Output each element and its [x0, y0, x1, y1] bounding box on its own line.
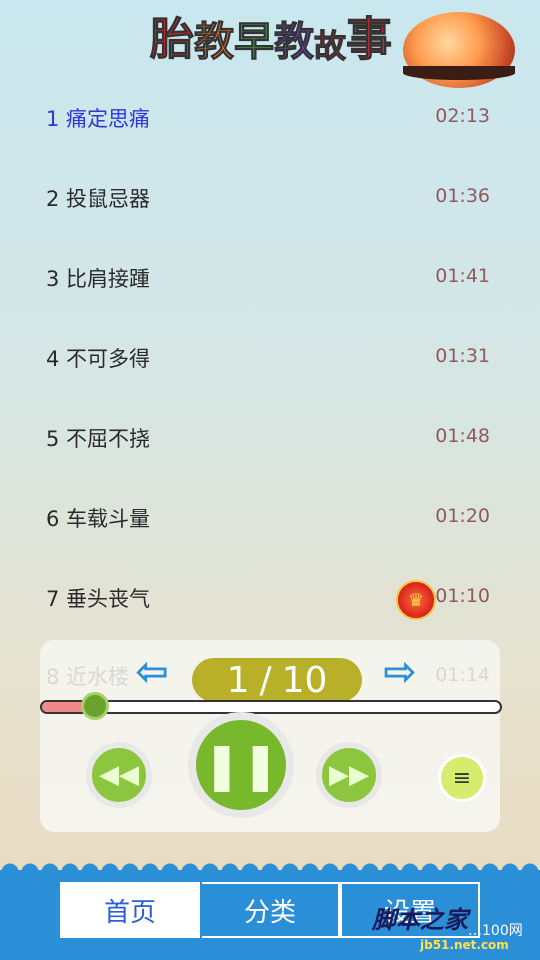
rewind-icon: ◀◀ — [99, 760, 139, 790]
list-item[interactable]: 4 不可多得 01:31 — [0, 318, 540, 398]
list-item[interactable]: 6 车载斗量 01:20 — [0, 478, 540, 558]
story-title: 4 不可多得 — [46, 347, 151, 371]
progress-knob[interactable] — [81, 692, 109, 720]
title-char: 教 — [274, 19, 315, 65]
fast-forward-button[interactable]: ▶▶ — [316, 742, 382, 808]
rewind-button[interactable]: ◀◀ — [86, 742, 152, 808]
crown-icon: ♛ — [396, 580, 436, 620]
story-duration: 01:41 — [435, 265, 490, 287]
title-char: 早 — [234, 19, 275, 65]
story-list: 1 痛定思痛 02:13 2 投鼠忌器 01:36 3 比肩接踵 01:41 4… — [0, 78, 540, 638]
story-title: 3 比肩接踵 — [46, 267, 151, 291]
watermark-url: jb51.net.com — [420, 938, 509, 952]
partial-story-title: 8 近水楼 — [46, 665, 130, 689]
fast-forward-icon: ▶▶ — [329, 760, 369, 790]
pause-button[interactable]: ❚❚ — [188, 712, 294, 818]
partial-story-duration: 01:14 — [435, 664, 490, 686]
story-title: 7 垂头丧气 — [46, 587, 151, 611]
list-item[interactable]: 7 垂头丧气 ♛ 01:10 — [0, 558, 540, 638]
title-char: 事 — [346, 12, 393, 66]
title-char: 教 — [194, 19, 235, 65]
story-duration: 01:36 — [435, 185, 490, 207]
sunset-logo-icon — [403, 12, 515, 88]
story-title: 1 痛定思痛 — [46, 107, 151, 131]
list-item[interactable]: 1 痛定思痛 02:13 — [0, 78, 540, 158]
page-current: 1 — [226, 659, 250, 701]
title-char: 故 — [313, 27, 347, 65]
playlist-menu-button[interactable]: ≡ — [438, 754, 486, 802]
prev-page-arrow-icon[interactable]: ⇦ — [128, 649, 176, 695]
tab-home[interactable]: 首页 — [60, 882, 200, 938]
next-page-arrow-icon[interactable]: ⇨ — [376, 649, 424, 695]
story-duration: 01:48 — [435, 425, 490, 447]
app-header: 胎 教 早 教 故 事 — [0, 0, 540, 90]
pause-icon: ❚❚ — [202, 738, 280, 792]
story-duration: 02:13 — [435, 105, 490, 127]
menu-icon: ≡ — [452, 765, 472, 791]
story-duration: 01:20 — [435, 505, 490, 527]
page-separator: / — [259, 659, 272, 701]
title-char: 胎 — [150, 14, 195, 65]
watermark-site: …100网 — [468, 923, 523, 939]
progress-bar[interactable] — [40, 700, 502, 714]
story-duration: 01:31 — [435, 345, 490, 367]
list-item[interactable]: 5 不屈不挠 01:48 — [0, 398, 540, 478]
page-counter: 1 / 10 — [192, 658, 362, 702]
app-title: 胎 教 早 教 故 事 — [150, 8, 393, 66]
story-title: 2 投鼠忌器 — [46, 187, 151, 211]
list-item[interactable]: 3 比肩接踵 01:41 — [0, 238, 540, 318]
list-item[interactable]: 2 投鼠忌器 01:36 — [0, 158, 540, 238]
tab-category[interactable]: 分类 — [202, 882, 340, 938]
story-title: 6 车载斗量 — [46, 507, 151, 531]
story-title: 5 不屈不挠 — [46, 427, 151, 451]
page-total: 10 — [281, 659, 328, 701]
watermark-brand: 脚本之家 — [372, 906, 468, 934]
story-duration: 01:10 — [435, 585, 490, 607]
